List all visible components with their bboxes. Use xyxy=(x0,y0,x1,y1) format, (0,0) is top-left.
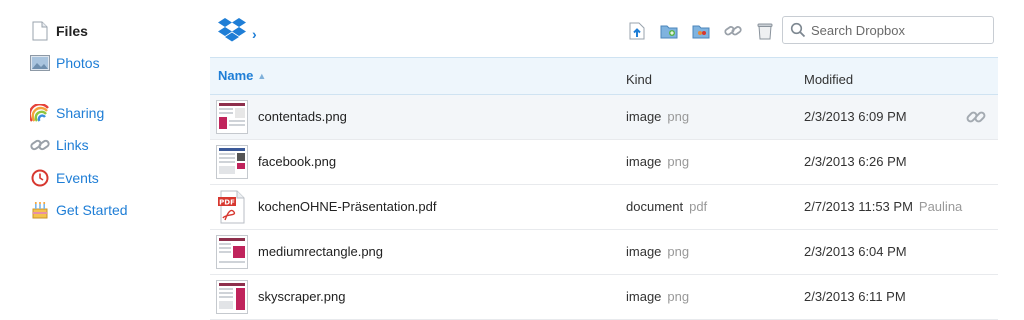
column-header-label: Name xyxy=(218,68,254,83)
image-thumbnail-icon xyxy=(216,280,248,314)
sidebar-item-label: Get Started xyxy=(56,202,128,218)
file-modified: 2/3/2013 6:09 PM xyxy=(804,109,913,124)
sort-ascending-icon: ▲ xyxy=(257,71,267,81)
image-thumbnail-icon xyxy=(216,235,248,269)
link-icon xyxy=(30,135,50,155)
file-modified-date: 2/7/2013 11:53 PM xyxy=(804,199,913,214)
table-header: Name ▲ Kind Modified xyxy=(210,57,998,95)
file-modified-date: 2/3/2013 6:04 PM xyxy=(804,244,907,259)
image-thumbnail-icon xyxy=(216,100,248,134)
svg-text:PDF: PDF xyxy=(219,198,235,206)
sidebar-item-photos[interactable]: Photos xyxy=(30,52,100,74)
file-kind: document pdf xyxy=(626,199,707,214)
file-kind-ext: png xyxy=(667,154,690,169)
file-name[interactable]: contentads.png xyxy=(258,109,347,124)
sidebar-item-sharing[interactable]: Sharing xyxy=(30,102,104,124)
sidebar: Files Photos Sharing Links Events Get St… xyxy=(0,0,200,316)
file-name[interactable]: mediumrectangle.png xyxy=(258,244,383,259)
upload-icon[interactable] xyxy=(628,22,646,40)
file-kind-type: image xyxy=(626,244,662,259)
get-link-icon[interactable] xyxy=(724,22,742,40)
file-kind-ext: png xyxy=(667,244,690,259)
cake-icon xyxy=(30,200,50,220)
table-row[interactable]: PDF kochenOHNE-Präsentation.pdf document… xyxy=(210,185,998,230)
sidebar-item-get-started[interactable]: Get Started xyxy=(30,199,128,221)
file-kind: image png xyxy=(626,154,689,169)
search-icon xyxy=(790,22,806,38)
rainbow-icon xyxy=(30,103,50,123)
file-kind: image png xyxy=(626,289,689,304)
sidebar-item-files[interactable]: Files xyxy=(30,20,88,42)
sidebar-item-label: Sharing xyxy=(56,105,105,121)
file-name[interactable]: kochenOHNE-Präsentation.pdf xyxy=(258,199,436,214)
file-modified-date: 2/3/2013 6:09 PM xyxy=(804,109,907,124)
file-kind-type: image xyxy=(626,289,662,304)
image-thumbnail-icon xyxy=(216,145,248,179)
file-modified-by: Paulina xyxy=(918,199,963,214)
dropbox-logo-icon[interactable] xyxy=(218,18,246,49)
file-kind-type: document xyxy=(626,199,684,214)
clock-icon xyxy=(30,168,50,188)
file-kind: image png xyxy=(626,244,689,259)
file-kind: image png xyxy=(626,109,689,124)
sidebar-item-events[interactable]: Events xyxy=(30,167,99,189)
column-header-modified[interactable]: Modified xyxy=(804,72,853,87)
photo-icon xyxy=(30,53,50,73)
table-row[interactable]: contentads.png image png 2/3/2013 6:09 PM xyxy=(210,95,998,140)
file-kind-ext: png xyxy=(667,109,690,124)
sidebar-item-label: Photos xyxy=(56,55,100,71)
sidebar-item-label: Events xyxy=(56,170,99,186)
shared-folder-icon[interactable] xyxy=(692,22,710,40)
file-modified-date: 2/3/2013 6:26 PM xyxy=(804,154,907,169)
table-row[interactable]: facebook.png image png 2/3/2013 6:26 PM xyxy=(210,140,998,185)
table-row[interactable]: mediumrectangle.png image png 2/3/2013 6:… xyxy=(210,230,998,275)
sidebar-item-label: Links xyxy=(56,137,89,153)
file-modified: 2/3/2013 6:11 PM xyxy=(804,289,912,304)
column-header-name[interactable]: Name ▲ xyxy=(218,68,266,83)
file-kind-type: image xyxy=(626,154,662,169)
file-table: Name ▲ Kind Modified contentads.png image… xyxy=(210,57,998,320)
share-link-icon[interactable] xyxy=(966,107,986,127)
column-header-kind[interactable]: Kind xyxy=(626,72,652,87)
search-input[interactable] xyxy=(811,22,981,38)
sidebar-item-links[interactable]: Links xyxy=(30,134,89,156)
pdf-file-icon: PDF xyxy=(216,190,248,224)
top-bar: › xyxy=(210,12,1000,52)
deleted-files-icon[interactable] xyxy=(756,22,774,40)
file-modified: 2/3/2013 6:26 PM xyxy=(804,154,913,169)
toolbar xyxy=(628,22,788,40)
file-name[interactable]: skyscraper.png xyxy=(258,289,345,304)
file-kind-ext: png xyxy=(667,289,690,304)
table-row[interactable]: skyscraper.png image png 2/3/2013 6:11 PM xyxy=(210,275,998,320)
file-kind-ext: pdf xyxy=(689,199,708,214)
file-modified-date: 2/3/2013 6:11 PM xyxy=(804,289,906,304)
breadcrumb-arrow[interactable]: › xyxy=(252,26,257,42)
file-icon xyxy=(30,21,50,41)
breadcrumb: › xyxy=(218,18,257,49)
file-kind-type: image xyxy=(626,109,662,124)
search-box xyxy=(782,16,994,44)
file-modified: 2/3/2013 6:04 PM xyxy=(804,244,913,259)
file-modified: 2/7/2013 11:53 PM Paulina xyxy=(804,199,962,214)
sidebar-item-label: Files xyxy=(56,23,88,39)
file-name[interactable]: facebook.png xyxy=(258,154,336,169)
new-folder-icon[interactable] xyxy=(660,22,678,40)
